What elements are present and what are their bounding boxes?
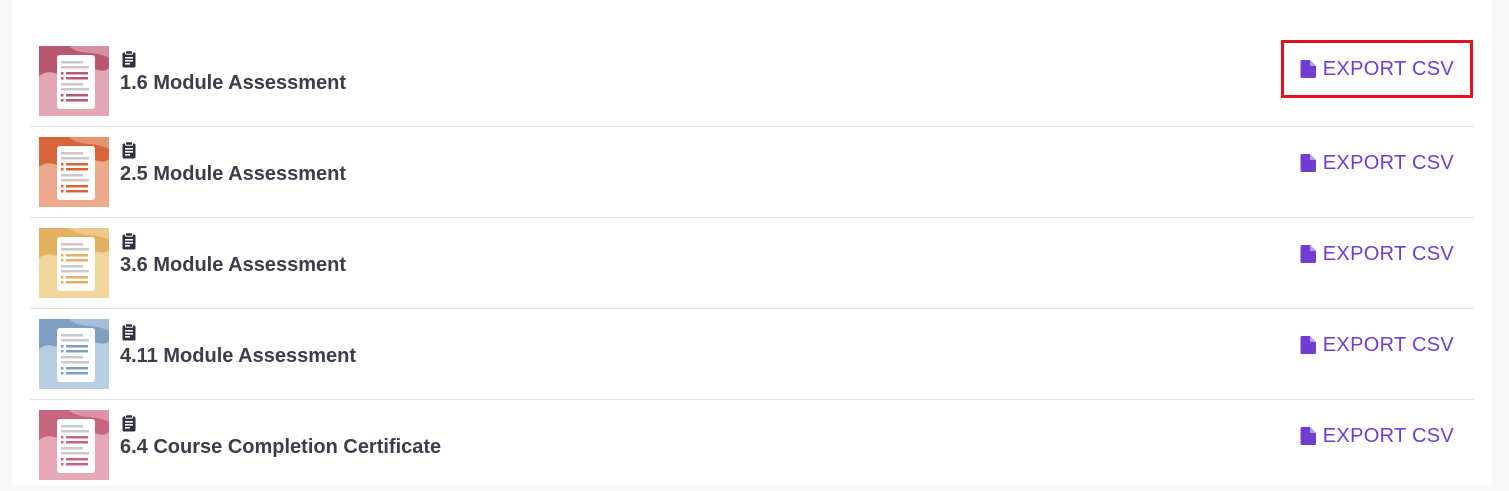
- list-item: 4.11 Module Assessment EXPORT CSV: [30, 309, 1474, 400]
- item-thumbnail: [39, 137, 109, 207]
- document-thumbnail-icon: [39, 228, 109, 298]
- export-csv-button[interactable]: EXPORT CSV: [1280, 40, 1474, 98]
- document-thumbnail-icon: [39, 410, 109, 480]
- clipboard-icon: [120, 414, 138, 432]
- export-csv-label: EXPORT CSV: [1322, 151, 1454, 174]
- export-csv-label: EXPORT CSV: [1322, 242, 1454, 265]
- file-icon: [1300, 427, 1316, 445]
- document-thumbnail-icon: [39, 46, 109, 116]
- clipboard-icon: [120, 141, 138, 159]
- list-item: 6.4 Course Completion Certificate EXPORT…: [30, 400, 1474, 491]
- file-icon: [1300, 245, 1316, 263]
- export-csv-button[interactable]: EXPORT CSV: [1300, 332, 1454, 358]
- item-thumbnail: [39, 46, 109, 116]
- file-icon: [1300, 336, 1316, 354]
- clipboard-icon: [120, 232, 138, 250]
- export-csv-button[interactable]: EXPORT CSV: [1300, 150, 1454, 176]
- clipboard-icon: [120, 323, 138, 341]
- item-title: 3.6 Module Assessment: [120, 254, 347, 276]
- item-thumbnail: [39, 228, 109, 298]
- item-thumbnail: [39, 410, 109, 480]
- file-icon: [1300, 154, 1316, 172]
- item-thumbnail: [39, 319, 109, 389]
- export-csv-button[interactable]: EXPORT CSV: [1300, 241, 1454, 267]
- item-title: 2.5 Module Assessment: [120, 163, 347, 185]
- export-csv-button[interactable]: EXPORT CSV: [1300, 423, 1454, 449]
- file-icon: [1300, 60, 1316, 78]
- assessment-list-panel: 1.6 Module Assessment EXPORT CSV 2.5 Mod…: [12, 0, 1492, 485]
- item-title: 1.6 Module Assessment: [120, 72, 347, 94]
- item-title: 6.4 Course Completion Certificate: [120, 436, 442, 458]
- document-thumbnail-icon: [39, 319, 109, 389]
- list-item: 2.5 Module Assessment EXPORT CSV: [30, 127, 1474, 218]
- list-item: 1.6 Module Assessment EXPORT CSV: [30, 36, 1474, 127]
- clipboard-icon: [120, 50, 138, 68]
- item-title: 4.11 Module Assessment: [120, 345, 357, 367]
- assessment-list: 1.6 Module Assessment EXPORT CSV 2.5 Mod…: [30, 36, 1474, 491]
- document-thumbnail-icon: [39, 137, 109, 207]
- export-csv-label: EXPORT CSV: [1322, 57, 1454, 80]
- export-csv-label: EXPORT CSV: [1322, 333, 1454, 356]
- list-item: 3.6 Module Assessment EXPORT CSV: [30, 218, 1474, 309]
- export-csv-label: EXPORT CSV: [1322, 424, 1454, 447]
